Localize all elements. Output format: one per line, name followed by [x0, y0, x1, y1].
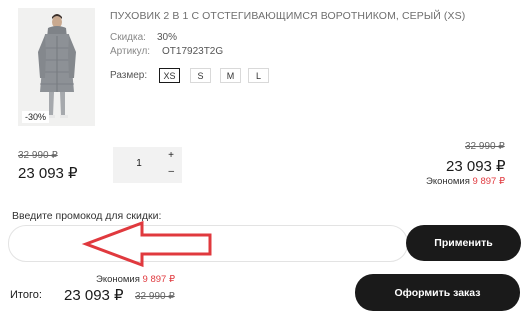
product-photo[interactable] — [18, 8, 95, 126]
line-economy-label: Экономия — [426, 176, 470, 187]
discount-value: 30% — [157, 32, 178, 43]
line-economy: Экономия 9 897 ₽ — [426, 176, 505, 187]
discount-label: Скидка: — [110, 32, 146, 43]
checkout-button[interactable]: Оформить заказ — [355, 274, 520, 311]
total-label: Итого: — [10, 289, 42, 301]
summary-economy: Экономия 9 897 ₽ — [96, 274, 175, 285]
coat-illustration — [18, 8, 95, 126]
apply-promo-button[interactable]: Применить — [406, 225, 521, 261]
size-option-l[interactable]: L — [248, 68, 269, 83]
article-label: Артикул: — [110, 46, 151, 57]
decrease-button[interactable]: – — [168, 166, 174, 177]
size-option-xs[interactable]: XS — [159, 68, 180, 83]
line-price: 23 093 ₽ — [446, 158, 506, 175]
total-old-price: 32 990 ₽ — [135, 291, 175, 302]
size-option-m[interactable]: M — [220, 68, 241, 83]
size-label: Размер: — [110, 70, 148, 81]
line-old-price: 32 990 ₽ — [465, 141, 505, 152]
arrow-annotation-icon — [81, 220, 212, 268]
line-economy-value: 9 897 ₽ — [472, 176, 505, 187]
unit-old-price: 32 990 ₽ — [18, 150, 58, 161]
size-option-s[interactable]: S — [190, 68, 211, 83]
summary-economy-value: 9 897 ₽ — [142, 274, 175, 285]
discount-badge: -30% — [22, 111, 50, 123]
increase-button[interactable]: + — [168, 150, 174, 161]
total-value: 23 093 ₽ — [64, 287, 124, 304]
article-value: OT17923T2G — [162, 46, 224, 57]
unit-price: 23 093 ₽ — [18, 165, 78, 182]
quantity-value[interactable]: 1 — [113, 158, 165, 169]
product-title[interactable]: ПУХОВИК 2 В 1 С ОТСТЕГИВАЮЩИМСЯ ВОРОТНИК… — [110, 10, 465, 22]
quantity-stepper[interactable]: 1 + – — [113, 147, 182, 183]
summary-economy-label: Экономия — [96, 274, 140, 285]
